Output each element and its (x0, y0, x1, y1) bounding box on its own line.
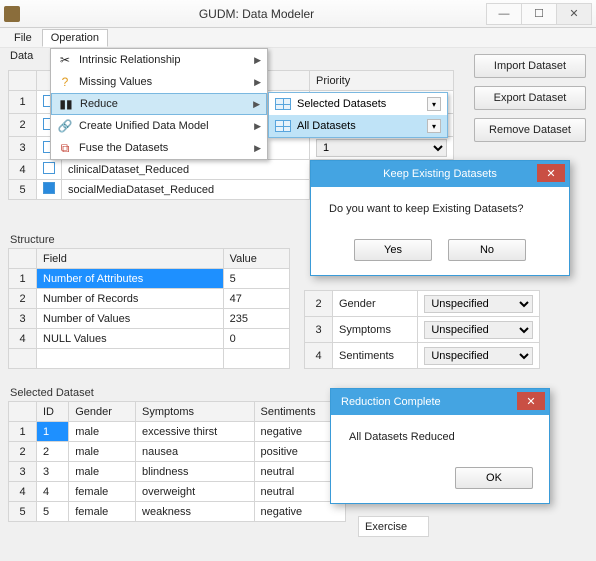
scissors-icon: ✂ (57, 52, 73, 68)
reduce-submenu: Selected Datasets▾ All Datasets▾ (268, 92, 448, 138)
reduction-complete-dialog: Reduction Complete✕ All Datasets Reduced… (330, 388, 550, 504)
export-dataset-button[interactable]: Export Dataset (474, 86, 586, 110)
chevron-right-icon: ▶ (254, 143, 261, 154)
menu-operation[interactable]: Operation (42, 29, 108, 47)
dialog-message: All Datasets Reduced (331, 415, 549, 459)
remove-dataset-button[interactable]: Remove Dataset (474, 118, 586, 142)
attributes-table: 2GenderUnspecified 3SymptomsUnspecified … (304, 290, 540, 369)
question-icon: ? (57, 74, 73, 90)
dataset-name: clinicalDataset_Reduced (62, 160, 310, 180)
extra-cell: Exercise (358, 516, 429, 537)
bars-icon: ▮▮ (58, 96, 74, 112)
menu-file[interactable]: File (6, 30, 40, 46)
checkbox-icon[interactable] (43, 162, 55, 174)
grid-icon (275, 98, 291, 110)
minimize-button[interactable]: — (486, 3, 522, 25)
dataset-name: socialMediaDataset_Reduced (62, 180, 310, 200)
operation-menu: ✂Intrinsic Relationship▶ ?Missing Values… (50, 48, 268, 160)
link-icon: 🔗 (57, 118, 73, 134)
dialog-title: Keep Existing Datasets✕ (311, 161, 569, 187)
chevron-down-icon[interactable]: ▾ (427, 97, 441, 111)
app-icon (4, 6, 20, 22)
window-title: GUDM: Data Modeler (26, 7, 487, 21)
submenu-all-datasets[interactable]: All Datasets▾ (269, 115, 447, 137)
selected-dataset-table: IDGenderSymptomsSentiments 11maleexcessi… (8, 401, 346, 522)
menu-intrinsic-relationship[interactable]: ✂Intrinsic Relationship▶ (51, 49, 267, 71)
menu-missing-values[interactable]: ?Missing Values▶ (51, 71, 267, 93)
titlebar: GUDM: Data Modeler — ☐ ✕ (0, 0, 596, 28)
ok-button[interactable]: OK (455, 467, 533, 489)
chevron-down-icon[interactable]: ▾ (427, 119, 441, 133)
merge-icon: ⧉ (57, 140, 73, 156)
menu-create-unified[interactable]: 🔗Create Unified Data Model▶ (51, 115, 267, 137)
dialog-title: Reduction Complete✕ (331, 389, 549, 415)
close-button[interactable]: ✕ (556, 3, 592, 25)
col-priority: Priority (310, 71, 454, 91)
dialog-message: Do you want to keep Existing Datasets? (311, 187, 569, 231)
priority-select[interactable]: 1 (316, 139, 447, 157)
structure-table: FieldValue 1Number of Attributes5 2Numbe… (8, 248, 290, 369)
chevron-right-icon: ▶ (253, 99, 260, 110)
attr-type-select[interactable]: Unspecified (424, 295, 533, 313)
chevron-right-icon: ▶ (254, 121, 261, 132)
checkbox-icon[interactable] (43, 182, 55, 194)
menubar: File Operation (0, 28, 596, 48)
menu-reduce[interactable]: ▮▮Reduce▶ (51, 93, 267, 115)
import-dataset-button[interactable]: Import Dataset (474, 54, 586, 78)
submenu-selected-datasets[interactable]: Selected Datasets▾ (269, 93, 447, 115)
no-button[interactable]: No (448, 239, 526, 261)
dialog-close-button[interactable]: ✕ (517, 392, 545, 410)
attr-type-select[interactable]: Unspecified (424, 321, 533, 339)
menu-fuse-datasets[interactable]: ⧉Fuse the Datasets▶ (51, 137, 267, 159)
attr-type-select[interactable]: Unspecified (424, 347, 533, 365)
dialog-close-button[interactable]: ✕ (537, 164, 565, 182)
grid-icon (275, 120, 291, 132)
keep-existing-dialog: Keep Existing Datasets✕ Do you want to k… (310, 160, 570, 276)
chevron-right-icon: ▶ (254, 55, 261, 66)
maximize-button[interactable]: ☐ (521, 3, 557, 25)
yes-button[interactable]: Yes (354, 239, 432, 261)
chevron-right-icon: ▶ (254, 77, 261, 88)
